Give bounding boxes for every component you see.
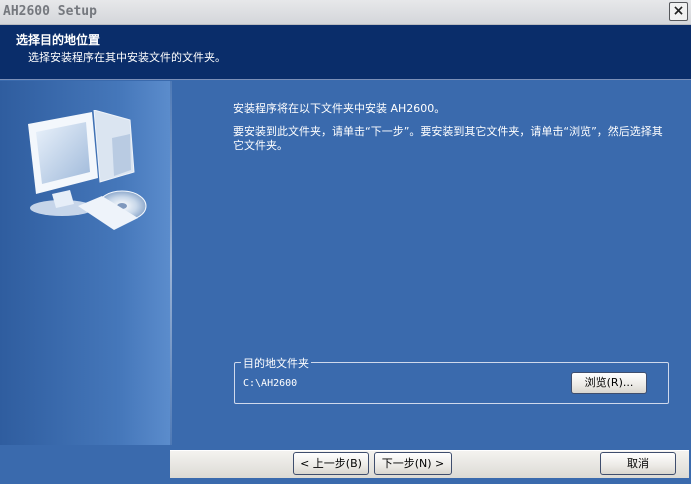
- back-button[interactable]: < 上一步(B): [293, 452, 369, 475]
- destination-folder-legend: 目的地文件夹: [241, 355, 311, 371]
- instruction-text: 要安装到此文件夹，请单击“下一步”。要安装到其它文件夹，请单击“浏览”，然后选择…: [233, 125, 663, 152]
- header-title: 选择目的地位置: [16, 33, 101, 47]
- destination-path: C:\AH2600: [243, 378, 298, 389]
- computer-cd-icon: [28, 110, 147, 230]
- wizard-header: 选择目的地位置 选择安装程序在其中安装文件的文件夹。: [0, 25, 691, 80]
- next-button[interactable]: 下一步(N) >: [374, 452, 452, 475]
- window-title: AH2600 Setup: [3, 4, 97, 19]
- title-bar: AH2600 Setup ×: [0, 0, 691, 25]
- close-icon: ×: [672, 3, 685, 19]
- browse-button[interactable]: 浏览(R)...: [571, 372, 647, 394]
- close-button[interactable]: ×: [669, 2, 688, 21]
- cancel-button[interactable]: 取消: [600, 452, 676, 475]
- intro-text: 安装程序将在以下文件夹中安装 AH2600。: [233, 102, 446, 115]
- destination-folder-group: 目的地文件夹 C:\AH2600 浏览(R)...: [234, 355, 669, 404]
- header-subtitle: 选择安装程序在其中安装文件的文件夹。: [28, 51, 226, 64]
